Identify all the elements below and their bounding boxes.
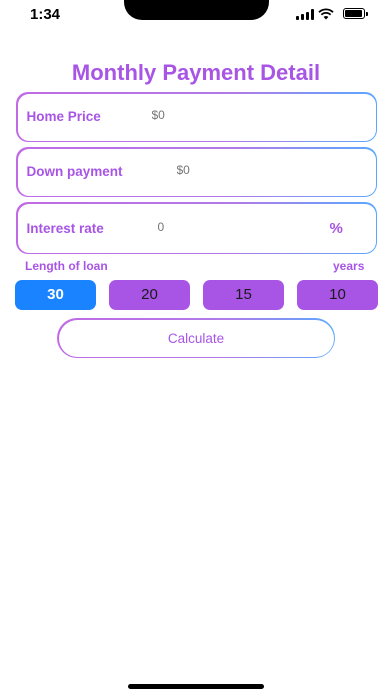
interest-rate-field[interactable]: Interest rate % bbox=[16, 202, 377, 254]
interest-rate-label: Interest rate bbox=[26, 220, 104, 236]
down-payment-label: Down payment bbox=[26, 163, 123, 179]
term-20-button[interactable]: 20 bbox=[109, 280, 190, 310]
home-price-input[interactable] bbox=[151, 107, 272, 122]
home-indicator[interactable] bbox=[128, 684, 264, 689]
home-price-field[interactable]: Home Price bbox=[16, 92, 377, 142]
calculate-button[interactable]: Calculate bbox=[57, 318, 335, 358]
battery-icon bbox=[343, 8, 368, 19]
term-30-button[interactable]: 30 bbox=[15, 280, 96, 310]
term-10-button[interactable]: 10 bbox=[297, 280, 378, 310]
wifi-icon bbox=[318, 8, 334, 20]
down-payment-input[interactable] bbox=[176, 162, 297, 177]
years-unit-label: years bbox=[333, 259, 365, 273]
calculate-label: Calculate bbox=[58, 319, 334, 357]
loan-length-label: Length of loan bbox=[25, 259, 108, 273]
home-price-label: Home Price bbox=[26, 108, 101, 124]
interest-rate-input[interactable] bbox=[157, 219, 278, 234]
status-bar: 1:34 bbox=[0, 0, 392, 30]
page-title: Monthly Payment Detail bbox=[71, 60, 321, 85]
term-15-button[interactable]: 15 bbox=[203, 280, 284, 310]
percent-unit: % bbox=[329, 219, 343, 237]
status-time: 1:34 bbox=[30, 6, 61, 23]
down-payment-field[interactable]: Down payment bbox=[16, 147, 377, 197]
device-notch bbox=[124, 0, 269, 20]
cellular-signal-icon bbox=[296, 9, 314, 20]
